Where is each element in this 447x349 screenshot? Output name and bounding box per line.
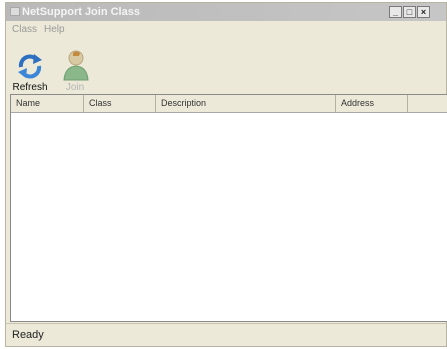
app-icon (10, 7, 20, 16)
join-label: Join (65, 82, 85, 93)
maximize-button[interactable]: □ (403, 6, 416, 18)
column-header-description[interactable]: Description (156, 95, 336, 112)
refresh-arrows-icon (18, 54, 42, 79)
title-bar[interactable]: NetSupport Join Class _ □ × (6, 3, 446, 21)
join-button[interactable]: Join (54, 39, 96, 93)
user-person-icon (63, 50, 89, 81)
toolbar: Refresh Join (6, 39, 446, 93)
refresh-button[interactable]: Refresh (9, 39, 51, 93)
app-window: NetSupport Join Class _ □ × Class Help R… (5, 2, 447, 347)
status-bar: Ready (6, 323, 446, 346)
window-title: NetSupport Join Class (22, 6, 140, 18)
class-list[interactable]: Name Class Description Address (10, 94, 447, 322)
status-text: Ready (12, 329, 44, 341)
column-header-class[interactable]: Class (84, 95, 156, 112)
close-button[interactable]: × (417, 6, 430, 18)
column-header-name[interactable]: Name (11, 95, 84, 112)
column-header-extra[interactable] (408, 95, 447, 112)
minimize-button[interactable]: _ (389, 6, 402, 18)
menu-bar: Class Help (6, 22, 446, 38)
column-header-address[interactable]: Address (336, 95, 408, 112)
list-header: Name Class Description Address (11, 95, 447, 113)
menu-class[interactable]: Class (12, 24, 37, 35)
refresh-label: Refresh (12, 82, 48, 93)
menu-help[interactable]: Help (44, 24, 65, 35)
